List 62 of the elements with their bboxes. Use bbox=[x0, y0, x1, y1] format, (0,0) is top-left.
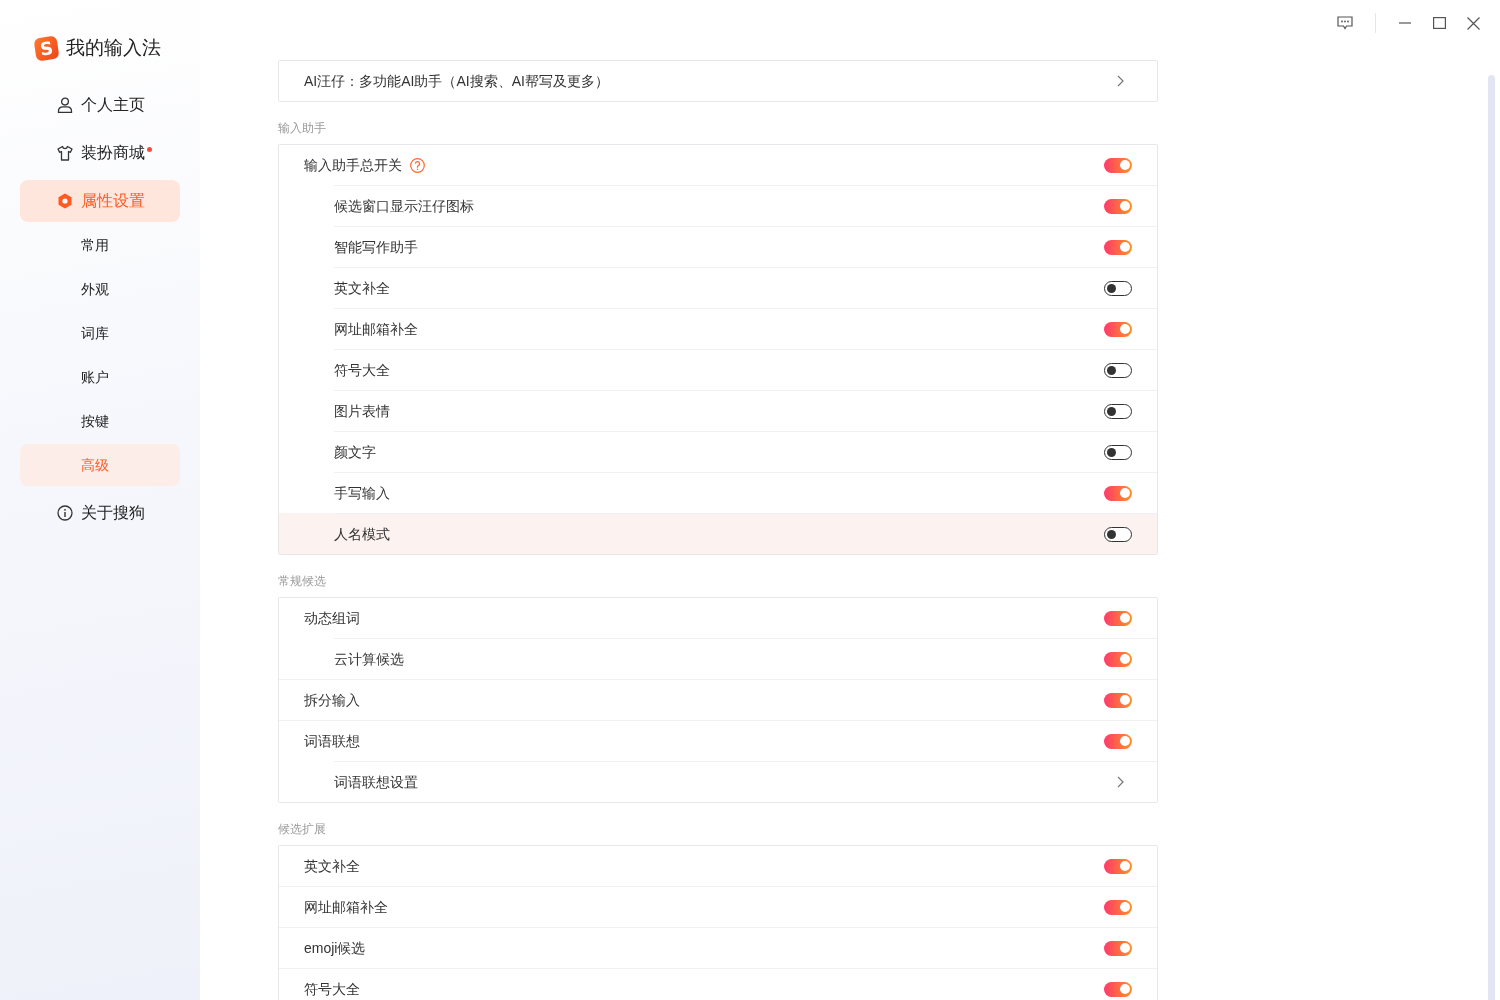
setting-label: 词语联想 bbox=[304, 731, 360, 751]
toggle-switch[interactable] bbox=[1104, 444, 1132, 460]
close-icon bbox=[1466, 16, 1480, 30]
toggle-switch[interactable] bbox=[1104, 651, 1132, 667]
toggle-switch[interactable] bbox=[1104, 981, 1132, 997]
info-icon bbox=[57, 505, 73, 521]
toggle-switch[interactable] bbox=[1104, 733, 1132, 749]
chevron-right-icon bbox=[1117, 776, 1124, 788]
setting-label: 颜文字 bbox=[334, 442, 376, 462]
setting-label: 手写输入 bbox=[334, 483, 390, 503]
message-icon bbox=[1337, 16, 1353, 30]
section-heading: 候选扩展 bbox=[278, 821, 327, 838]
toggle-switch[interactable] bbox=[1104, 403, 1132, 419]
toggle-switch[interactable] bbox=[1104, 610, 1132, 626]
app-title: 我的输入法 bbox=[66, 36, 161, 60]
sidebar-subitem[interactable]: 外观 bbox=[20, 268, 180, 310]
setting-label: emoji候选 bbox=[304, 938, 366, 958]
sidebar-item[interactable]: 装扮商城 bbox=[20, 132, 180, 174]
scrollbar-thumb[interactable] bbox=[1488, 75, 1495, 1000]
sidebar-subitem[interactable]: 账户 bbox=[20, 356, 180, 398]
toggle-switch[interactable] bbox=[1104, 940, 1132, 956]
sidebar-item[interactable]: 关于搜狗 bbox=[20, 492, 180, 534]
person-icon bbox=[57, 97, 73, 113]
setting-label: 网址邮箱补全 bbox=[304, 897, 388, 917]
setting-label: 网址邮箱补全 bbox=[334, 319, 418, 339]
maximize-icon bbox=[1432, 17, 1446, 29]
setting-label: 英文补全 bbox=[304, 856, 360, 876]
toggle-switch[interactable] bbox=[1104, 321, 1132, 337]
toggle-switch[interactable] bbox=[1104, 157, 1132, 173]
setting-label: 符号大全 bbox=[304, 979, 360, 999]
section-heading: 常规候选 bbox=[278, 573, 327, 590]
shirt-icon bbox=[57, 145, 73, 161]
settings-link-row[interactable]: AI汪仔：多功能AI助手（AI搜索、AI帮写及更多） bbox=[279, 61, 1157, 101]
toggle-switch[interactable] bbox=[1104, 362, 1132, 378]
app-logo: S bbox=[33, 35, 60, 61]
setting-label: 云计算候选 bbox=[334, 649, 404, 669]
sidebar-subitem[interactable]: 按键 bbox=[20, 400, 180, 442]
setting-label: 智能写作助手 bbox=[334, 237, 418, 257]
toggle-switch[interactable] bbox=[1104, 485, 1132, 501]
setting-label: 符号大全 bbox=[334, 360, 390, 380]
toggle-switch[interactable] bbox=[1104, 858, 1132, 874]
sidebar-item[interactable]: 个人主页 bbox=[20, 84, 180, 126]
setting-label: 动态组词 bbox=[304, 608, 360, 628]
toggle-switch[interactable] bbox=[1104, 239, 1132, 255]
setting-label: 拆分输入 bbox=[304, 690, 360, 710]
toggle-switch[interactable] bbox=[1104, 280, 1132, 296]
sidebar-subitem[interactable]: 词库 bbox=[20, 312, 180, 354]
toggle-switch[interactable] bbox=[1104, 692, 1132, 708]
chevron-right-icon bbox=[1117, 75, 1124, 87]
toggle-switch[interactable] bbox=[1104, 526, 1132, 542]
settings-link-row[interactable]: 词语联想设置 bbox=[279, 761, 1157, 802]
setting-label: 候选窗口显示汪仔图标 bbox=[334, 196, 474, 216]
toggle-switch[interactable] bbox=[1104, 198, 1132, 214]
hexagon-icon bbox=[57, 193, 73, 209]
toggle-switch[interactable] bbox=[1104, 899, 1132, 915]
setting-label: 输入助手总开关 bbox=[304, 155, 402, 175]
setting-label: 图片表情 bbox=[334, 401, 390, 421]
minimize-icon bbox=[1399, 22, 1411, 24]
setting-label: 人名模式 bbox=[334, 524, 390, 544]
setting-label: 英文补全 bbox=[334, 278, 390, 298]
sidebar-subitem[interactable]: 常用 bbox=[20, 224, 180, 266]
section-heading: 输入助手 bbox=[278, 120, 327, 137]
